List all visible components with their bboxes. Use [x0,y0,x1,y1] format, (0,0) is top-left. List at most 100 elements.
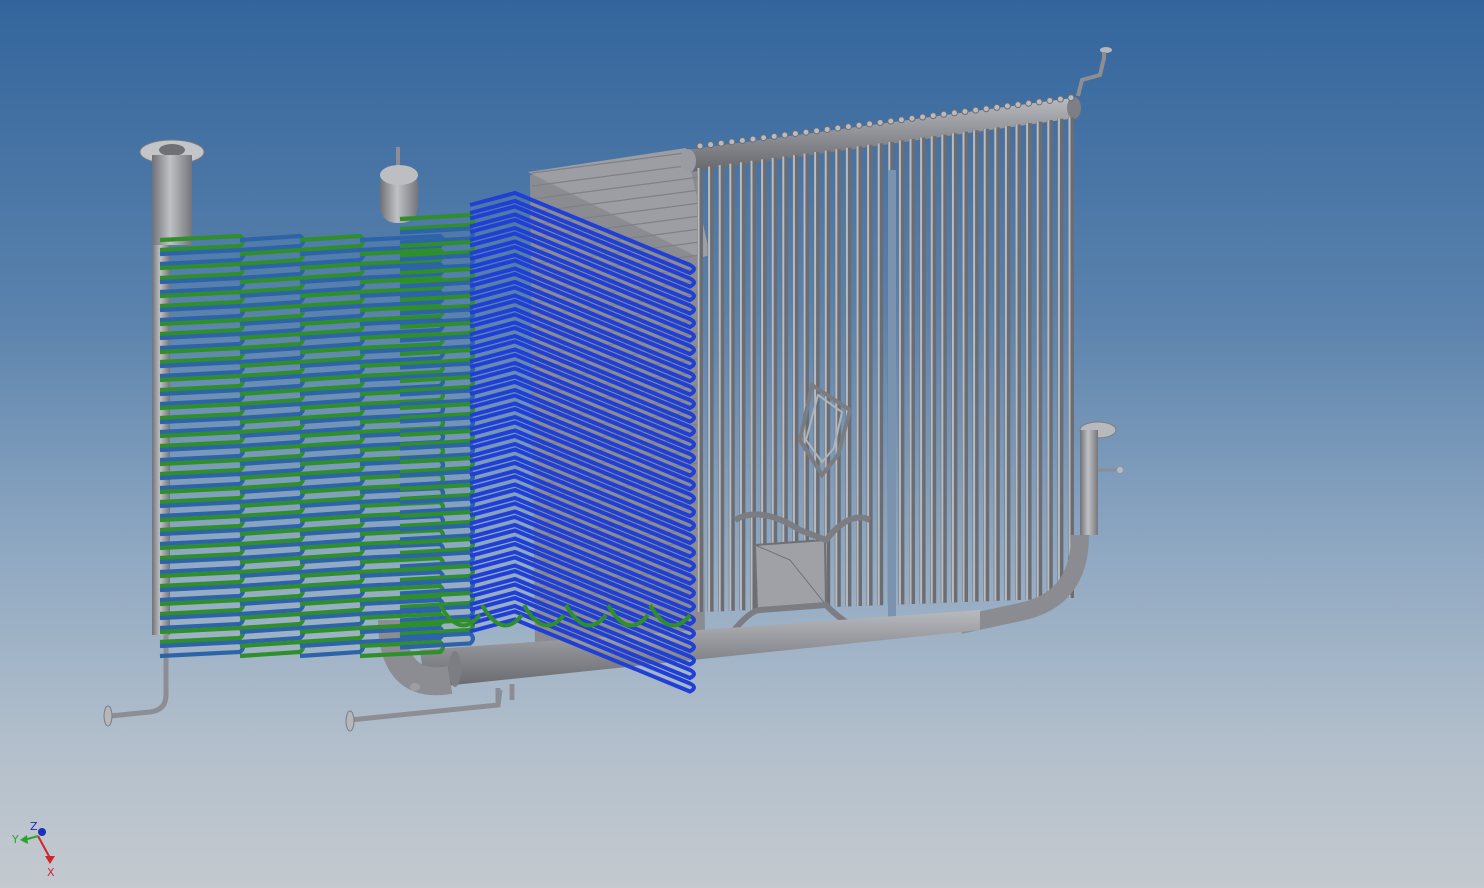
coil-row-left [299,331,366,351]
y-axis-arrow [20,835,28,844]
coil-row-left [239,625,306,645]
header-nozzle [1067,94,1075,102]
z-axis-label: Z [30,820,38,833]
header-nozzle [781,131,789,139]
coil-row-left [239,261,306,281]
coil-row-left [299,485,366,505]
coil-row-left [239,247,306,267]
coil-row-left [299,625,366,645]
coil-row-left [159,289,246,309]
coil-row-left [159,387,246,407]
coil-row-left [159,569,246,589]
coil-row-left [239,639,306,659]
coil-row-left [299,303,366,323]
coil-row-left [159,415,246,435]
coordinate-triad: X Y Z [11,820,55,879]
coil-row-left [239,345,306,365]
coil-row-left [239,527,306,547]
coil-row-left [239,555,306,575]
coil-row-left [159,597,246,617]
coil-row-left [239,541,306,561]
coil-row-left [239,513,306,533]
graphics-viewport[interactable]: X Y Z [0,0,1484,888]
coil-row-left [239,611,306,631]
coil-row-left [159,317,246,337]
coil-row-left [299,317,366,337]
coil-row-left [159,359,246,379]
x-axis-arrow [45,856,55,864]
coil-row-left [239,429,306,449]
header-nozzle [1056,95,1064,103]
header-nozzle [1035,98,1043,106]
coil-row-left [299,611,366,631]
x-axis-label: X [47,866,55,879]
coil-row-left [159,583,246,603]
header-nozzle [940,110,948,118]
coil-row-left [159,639,246,659]
coil-row-left [159,247,246,267]
coil-row-left [239,443,306,463]
header-nozzle [1003,102,1011,110]
coil-row-left [159,261,246,281]
header-nozzle [961,108,969,115]
coil-row-left [299,541,366,561]
coil-row-left [159,275,246,295]
header-nozzle [834,124,842,132]
header-nozzle [791,130,799,138]
header-nozzle [876,119,884,127]
coil-row-left [239,289,306,309]
coil-row-left [239,457,306,477]
coil-row-left [239,317,306,337]
coil-row-left [299,597,366,617]
coil-row-left [159,527,246,547]
coil-row-left [159,373,246,393]
coil-row-left [159,611,246,631]
coil-row-left [299,527,366,547]
header-nozzle [844,123,852,131]
coil-row-left [299,569,366,589]
coil-row-left [159,485,246,505]
header-nozzle [919,113,927,121]
coil-row-left [299,499,366,519]
header-nozzle [749,135,757,143]
coil-row-left [299,275,366,295]
header-nozzle [855,121,863,129]
header-nozzle [802,128,810,136]
coil-row-left [159,303,246,323]
boiler-assembly-model[interactable] [0,0,1484,888]
header-nozzle [950,109,958,117]
header-nozzle [887,117,895,125]
coil-row-left [239,387,306,407]
header-nozzle [728,138,736,146]
header-nozzle [929,112,937,120]
coil-row-left [299,513,366,533]
header-nozzle [738,136,746,144]
header-nozzle [982,105,990,113]
header-nozzle [1014,101,1022,109]
header-nozzle [897,116,905,124]
header-nozzle [993,103,1001,111]
header-nozzle [823,125,831,133]
coil-row-left [239,331,306,351]
header-nozzle [1046,96,1054,104]
coil-row-left [159,541,246,561]
coil-row-left [239,359,306,379]
coil-row-left [239,415,306,435]
coil-row-left [299,443,366,463]
coil-row-left [299,261,366,281]
coil-row-left [299,555,366,575]
coil-row-left [299,387,366,407]
coil-row-left [299,401,366,421]
coil-row-left [299,359,366,379]
header-nozzle [866,120,874,128]
tube-panel-gap [888,170,896,620]
header-nozzle [696,142,704,150]
coil-row-left [299,289,366,309]
coil-row-left [239,471,306,491]
coil-row-left [159,555,246,575]
bottom-inlet-pipe [345,689,503,732]
header-nozzle [760,134,768,142]
coil-row-left [239,485,306,505]
coil-row-left [239,569,306,589]
header-nozzle [717,139,725,147]
